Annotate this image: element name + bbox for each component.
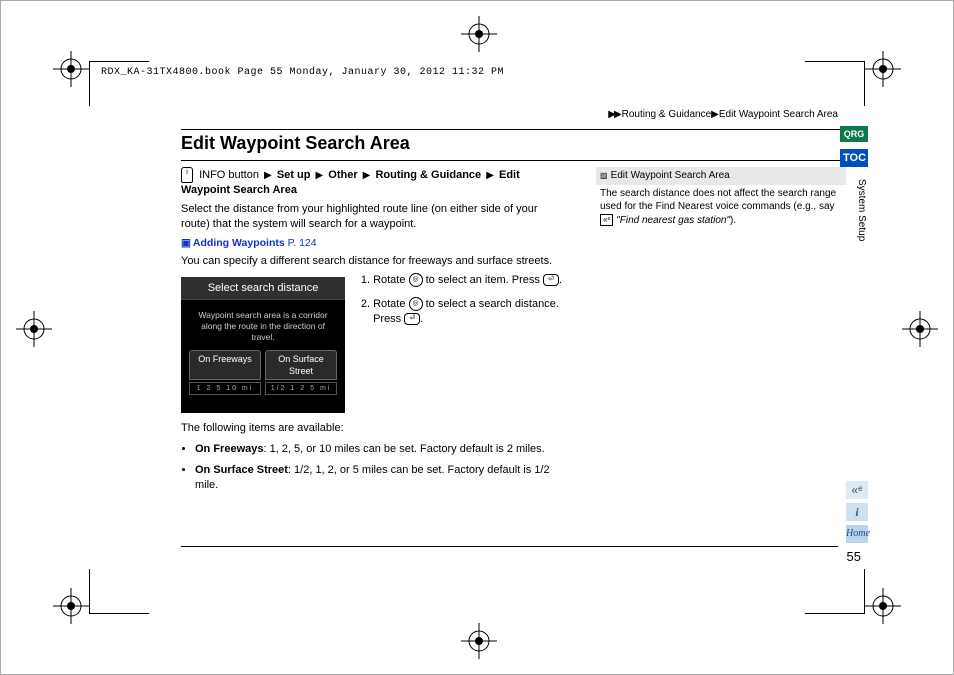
breadcrumb: ▶▶Routing & Guidance▶Edit Waypoint Searc…	[608, 109, 838, 120]
press-button-icon: ⏎	[543, 274, 559, 286]
note-marker-icon: ▨	[600, 171, 608, 180]
body-text: You can specify a different search dista…	[181, 254, 566, 269]
link-arrow-icon: ▣	[181, 237, 191, 249]
divider	[181, 160, 846, 161]
reg-mark-icon	[16, 311, 52, 347]
screenshot-title: Select search distance	[181, 277, 345, 301]
screenshot-desc: Waypoint search area is a corridor along…	[181, 300, 345, 349]
print-header: RDX_KA-31TX4800.book Page 55 Monday, Jan…	[101, 67, 504, 78]
section-side-label: System Setup	[856, 179, 867, 241]
tab-toc[interactable]: TOC	[840, 149, 868, 167]
options-list: On Freeways: 1, 2, 5, or 10 miles can be…	[181, 442, 566, 493]
screenshot-scale: 1 2 5 10 mi	[189, 382, 261, 395]
intro-text: Select the distance from your highlighte…	[181, 202, 566, 232]
press-button-icon: ⏎	[404, 313, 420, 325]
page-title: Edit Waypoint Search Area	[181, 133, 846, 154]
footer-rule	[181, 546, 838, 547]
reg-mark-icon	[53, 51, 89, 87]
device-screenshot: Select search distance Waypoint search a…	[181, 277, 345, 414]
page-number: 55	[847, 549, 861, 564]
side-note-heading: ▨Edit Waypoint Search Area	[596, 167, 846, 185]
voice-talk-icon: «ᵉ	[600, 214, 613, 227]
list-item: On Surface Street: 1/2, 1, 2, or 5 miles…	[195, 463, 566, 493]
list-item: On Freeways: 1, 2, 5, or 10 miles can be…	[195, 442, 566, 457]
reg-mark-icon	[461, 16, 497, 52]
reg-mark-icon	[53, 588, 89, 624]
home-icon[interactable]: Home	[846, 525, 868, 543]
side-note-column: ▨Edit Waypoint Search Area The search di…	[596, 167, 846, 499]
reg-mark-icon	[865, 51, 901, 87]
step-2: Rotate ◎ to select a search distance. Pr…	[373, 297, 566, 327]
body-text: The following items are available:	[181, 421, 566, 436]
divider	[181, 129, 846, 130]
screenshot-tab-surface: On Surface Street	[265, 350, 337, 380]
screenshot-scale: 1/2 1 2 5 mi	[265, 382, 337, 395]
tab-qrg[interactable]: QRG	[840, 126, 868, 142]
rotate-dial-icon: ◎	[409, 297, 423, 311]
step-1: Rotate ◎ to select an item. Press ⏎.	[373, 273, 566, 288]
info-button-icon: i	[181, 167, 193, 183]
reg-mark-icon	[902, 311, 938, 347]
main-column: i INFO button ▶ Set up ▶ Other ▶ Routing…	[181, 167, 566, 499]
reg-mark-icon	[865, 588, 901, 624]
cross-reference-link[interactable]: ▣Adding Waypoints P. 124	[181, 236, 566, 250]
screenshot-tab-freeways: On Freeways	[189, 350, 261, 380]
voice-command-icon[interactable]: «ᵉ	[846, 481, 868, 499]
reg-mark-icon	[461, 623, 497, 659]
menu-path: i INFO button ▶ Set up ▶ Other ▶ Routing…	[181, 167, 566, 198]
info-icon[interactable]: i	[846, 503, 868, 521]
instruction-steps: Rotate ◎ to select an item. Press ⏎. Rot…	[355, 273, 566, 338]
side-note-body: The search distance does not affect the …	[596, 187, 846, 228]
rotate-dial-icon: ◎	[409, 273, 423, 287]
